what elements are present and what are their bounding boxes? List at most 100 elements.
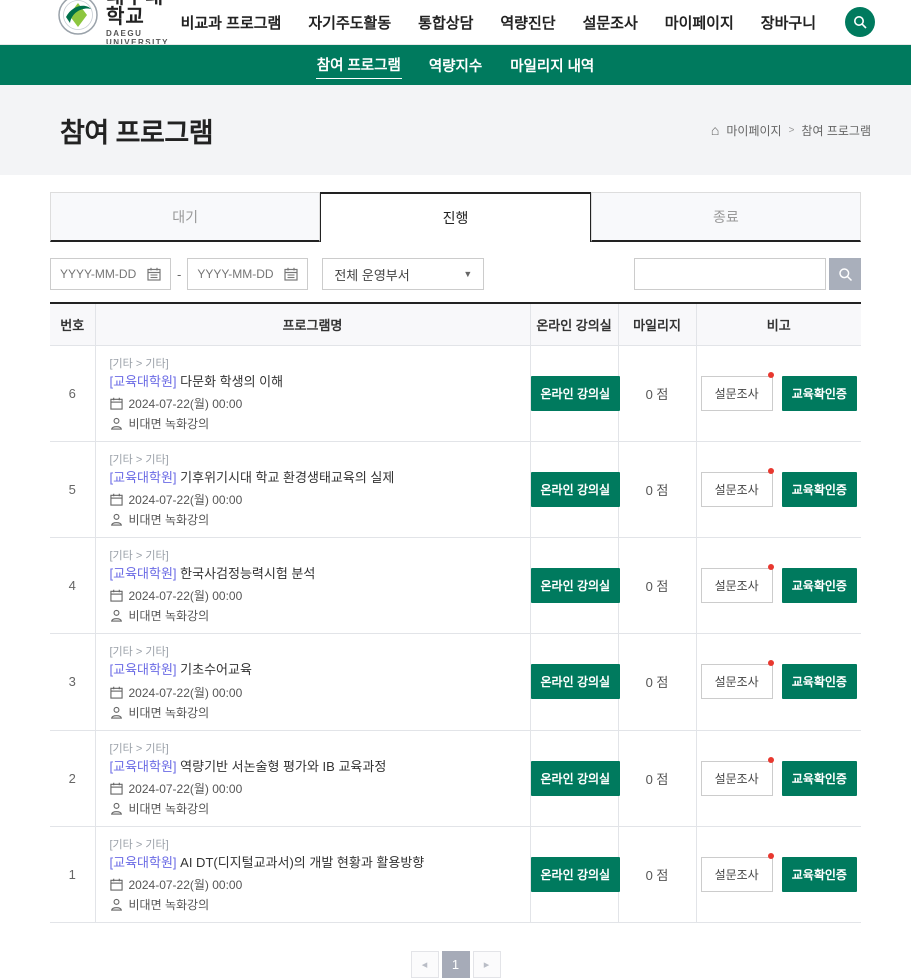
program-title-link[interactable]: [교육대학원] 다문화 학생의 이해 xyxy=(110,374,516,390)
certificate-button[interactable]: 교육확인증 xyxy=(782,761,857,796)
nav-item-cart[interactable]: 장바구니 xyxy=(761,12,816,33)
table-row: 4 [기타 > 기타] [교육대학원] 한국사검정능력시험 분석 2024-07… xyxy=(50,538,861,634)
program-org: [교육대학원] xyxy=(110,759,177,774)
row-classroom-cell: 온라인 강의실 xyxy=(530,441,618,537)
subnav-item-competency-index[interactable]: 역량지수 xyxy=(428,52,483,79)
department-select[interactable]: 전체 운영부서 ▼ xyxy=(322,258,484,290)
online-classroom-button[interactable]: 온라인 강의실 xyxy=(531,376,621,411)
program-date-line: 2024-07-22(월) 00:00 xyxy=(110,780,516,797)
nav-item-competency[interactable]: 역량진단 xyxy=(500,12,555,33)
program-method: 비대면 녹화강의 xyxy=(129,896,210,913)
calendar-icon[interactable] xyxy=(147,267,161,281)
pagination-prev-button[interactable]: ◂ xyxy=(411,951,439,978)
program-org: [교육대학원] xyxy=(110,855,177,870)
certificate-button[interactable]: 교육확인증 xyxy=(782,376,857,411)
calendar-icon xyxy=(110,878,123,891)
nav-item-self-directed[interactable]: 자기주도활동 xyxy=(308,12,391,33)
program-title-link[interactable]: [교육대학원] 역량기반 서논술형 평가와 IB 교육과정 xyxy=(110,759,516,775)
pagination: ◂ 1 ▸ xyxy=(50,951,861,978)
program-method-line: 비대면 녹화강의 xyxy=(110,896,516,913)
row-number: 1 xyxy=(50,826,95,922)
survey-button[interactable]: 설문조사 xyxy=(701,568,773,603)
survey-button[interactable]: 설문조사 xyxy=(701,761,773,796)
university-logo[interactable]: 대구대학교 DAEGU UNIVERSITY xyxy=(58,0,181,45)
main-content: 대기 진행 종료 - xyxy=(50,192,861,978)
program-title-link[interactable]: [교육대학원] AI DT(디지털교과서)의 개발 현황과 활용방향 xyxy=(110,855,516,871)
row-program-cell: [기타 > 기타] [교육대학원] AI DT(디지털교과서)의 개발 현황과 … xyxy=(95,826,530,922)
online-classroom-button[interactable]: 온라인 강의실 xyxy=(531,472,621,507)
survey-button-label: 설문조사 xyxy=(715,675,759,689)
program-title-link[interactable]: [교육대학원] 한국사검정능력시험 분석 xyxy=(110,566,516,582)
nav-item-survey[interactable]: 설문조사 xyxy=(583,12,638,33)
survey-button[interactable]: 설문조사 xyxy=(701,664,773,699)
row-number: 4 xyxy=(50,538,95,634)
table-row: 1 [기타 > 기타] [교육대학원] AI DT(디지털교과서)의 개발 현황… xyxy=(50,826,861,922)
notification-dot-icon xyxy=(768,372,774,378)
certificate-button[interactable]: 교육확인증 xyxy=(782,568,857,603)
date-from-input[interactable] xyxy=(60,267,145,281)
program-method: 비대면 녹화강의 xyxy=(129,704,210,721)
header-search-button[interactable] xyxy=(845,7,875,37)
tab-in-progress[interactable]: 진행 xyxy=(320,192,590,242)
search-button[interactable] xyxy=(829,258,861,290)
row-category: [기타 > 기타] xyxy=(110,451,516,467)
program-method: 비대면 녹화강의 xyxy=(129,415,210,432)
header-online-classroom: 온라인 강의실 xyxy=(530,303,618,345)
date-to-field xyxy=(187,258,308,290)
green-subnav: 참여 프로그램 역량지수 마일리지 내역 xyxy=(0,45,911,85)
tab-ended[interactable]: 종료 xyxy=(591,192,861,242)
certificate-button[interactable]: 교육확인증 xyxy=(782,857,857,892)
program-date: 2024-07-22(월) 00:00 xyxy=(129,876,243,893)
program-org: [교육대학원] xyxy=(110,470,177,485)
program-method-line: 비대면 녹화강의 xyxy=(110,415,516,432)
pagination-page-1[interactable]: 1 xyxy=(442,951,470,978)
program-date: 2024-07-22(월) 00:00 xyxy=(129,780,243,797)
page-title: 참여 프로그램 xyxy=(60,111,213,150)
row-mileage: 0 점 xyxy=(618,826,696,922)
program-title-link[interactable]: [교육대학원] 기초수어교육 xyxy=(110,662,516,678)
program-date: 2024-07-22(월) 00:00 xyxy=(129,684,243,701)
calendar-icon[interactable] xyxy=(284,267,298,281)
breadcrumb-current[interactable]: 참여 프로그램 xyxy=(801,122,871,139)
program-title: 한국사검정능력시험 분석 xyxy=(180,566,315,581)
home-icon[interactable]: ⌂ xyxy=(711,123,719,137)
breadcrumb-mypage[interactable]: 마이페이지 xyxy=(726,122,781,139)
date-from-field xyxy=(50,258,171,290)
program-date-line: 2024-07-22(월) 00:00 xyxy=(110,395,516,412)
subnav-item-mileage-history[interactable]: 마일리지 내역 xyxy=(509,52,595,79)
calendar-icon xyxy=(110,589,123,602)
row-classroom-cell: 온라인 강의실 xyxy=(530,538,618,634)
header-remarks: 비고 xyxy=(696,303,861,345)
certificate-button[interactable]: 교육확인증 xyxy=(782,472,857,507)
header-number: 번호 xyxy=(50,303,95,345)
survey-button[interactable]: 설문조사 xyxy=(701,857,773,892)
search-icon xyxy=(853,15,867,29)
search-input[interactable] xyxy=(634,258,826,290)
survey-button[interactable]: 설문조사 xyxy=(701,376,773,411)
status-tabs: 대기 진행 종료 xyxy=(50,192,861,242)
nav-item-counseling[interactable]: 통합상담 xyxy=(418,12,473,33)
online-classroom-button[interactable]: 온라인 강의실 xyxy=(531,857,621,892)
survey-button[interactable]: 설문조사 xyxy=(701,472,773,507)
nav-item-extracurricular[interactable]: 비교과 프로그램 xyxy=(181,12,282,33)
tab-waiting[interactable]: 대기 xyxy=(50,192,320,242)
page-title-band: 참여 프로그램 ⌂ 마이페이지 > 참여 프로그램 xyxy=(0,85,911,175)
pagination-next-button[interactable]: ▸ xyxy=(473,951,501,978)
program-title: AI DT(디지털교과서)의 개발 현황과 활용방향 xyxy=(180,855,424,870)
row-mileage: 0 점 xyxy=(618,730,696,826)
row-mileage: 0 점 xyxy=(618,634,696,730)
online-classroom-button[interactable]: 온라인 강의실 xyxy=(531,761,621,796)
program-title-link[interactable]: [교육대학원] 기후위기시대 학교 환경생태교육의 실제 xyxy=(110,470,516,486)
program-org: [교육대학원] xyxy=(110,374,177,389)
program-date: 2024-07-22(월) 00:00 xyxy=(129,491,243,508)
online-classroom-button[interactable]: 온라인 강의실 xyxy=(531,568,621,603)
date-to-input[interactable] xyxy=(197,267,282,281)
program-title: 역량기반 서논술형 평가와 IB 교육과정 xyxy=(180,759,386,774)
table-row: 6 [기타 > 기타] [교육대학원] 다문화 학생의 이해 2024-07-2… xyxy=(50,345,861,441)
online-classroom-button[interactable]: 온라인 강의실 xyxy=(531,664,621,699)
search-box xyxy=(634,258,861,290)
nav-item-mypage[interactable]: 마이페이지 xyxy=(665,12,734,33)
calendar-icon xyxy=(110,782,123,795)
certificate-button[interactable]: 교육확인증 xyxy=(782,664,857,699)
subnav-item-programs[interactable]: 참여 프로그램 xyxy=(316,51,402,79)
